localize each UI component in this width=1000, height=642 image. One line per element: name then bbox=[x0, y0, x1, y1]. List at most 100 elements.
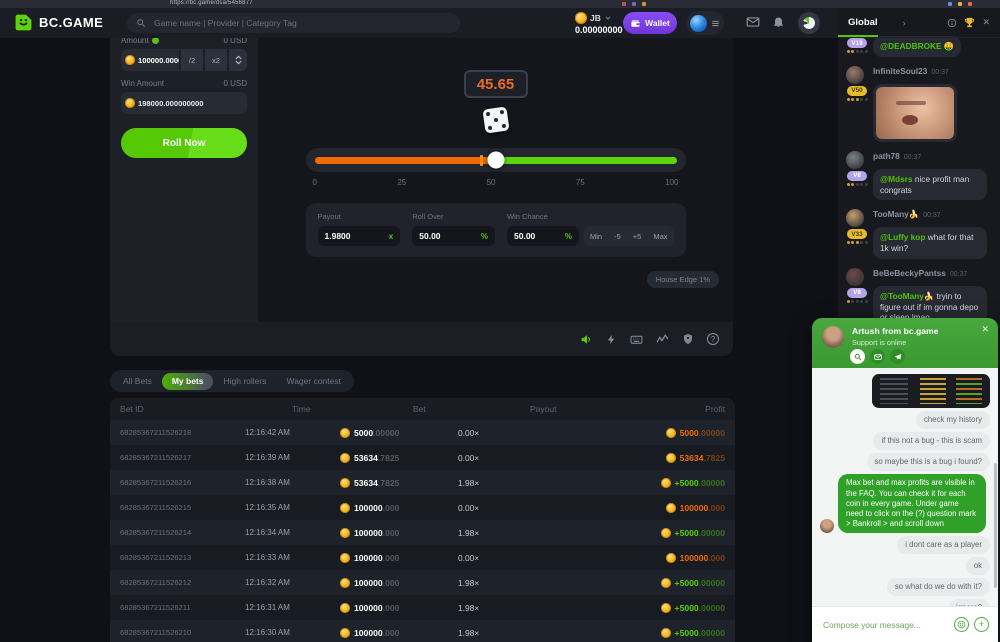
tab-all-bets[interactable]: All Bets bbox=[113, 373, 162, 390]
bet-controls: Amount 0 USD 100000.00000000 /2 x2 Win A… bbox=[110, 30, 258, 322]
bet-amount: 100000.000 bbox=[340, 603, 458, 613]
compose-input[interactable] bbox=[821, 619, 949, 631]
roll-over-input[interactable]: 50.00 % bbox=[412, 226, 495, 246]
table-row[interactable]: 68285367211526212 12:16:32 AM 100000.000… bbox=[110, 570, 735, 595]
chat-message: TooMany🍌00:37 V33 @Luffy kop what for th… bbox=[846, 209, 992, 259]
help-icon[interactable]: ? bbox=[707, 333, 719, 345]
mention[interactable]: @DEADBROKE 🤑 bbox=[880, 41, 954, 51]
close-icon[interactable]: ✕ bbox=[981, 324, 989, 335]
search-input[interactable] bbox=[152, 17, 451, 29]
plus-icon[interactable]: + bbox=[974, 617, 989, 632]
game-search[interactable] bbox=[127, 13, 460, 33]
mention[interactable]: @Mdsrs bbox=[880, 174, 913, 184]
table-row[interactable]: 68285367211526214 12:16:34 AM 100000.000… bbox=[110, 520, 735, 545]
chat-bubble[interactable]: @Mdsrs nice profit man congrats bbox=[873, 169, 987, 201]
info-icon[interactable] bbox=[947, 18, 957, 28]
tab-high-rollers[interactable]: High rollers bbox=[213, 373, 276, 390]
coin-icon bbox=[661, 528, 671, 538]
brand-logo[interactable]: BC.GAME bbox=[14, 13, 103, 32]
user-menu[interactable] bbox=[686, 11, 724, 35]
chat-bubble[interactable]: @DEADBROKE 🤑 bbox=[873, 36, 961, 57]
mail-icon[interactable] bbox=[746, 15, 760, 29]
chat-username[interactable]: BeBeBeckyPantss bbox=[873, 268, 946, 278]
support-image-attachment[interactable] bbox=[872, 374, 990, 408]
bet-time: 12:16:32 AM bbox=[245, 578, 340, 587]
tab-my-bets[interactable]: My bets bbox=[162, 373, 214, 390]
avatar[interactable] bbox=[846, 66, 864, 84]
spin-wheel-icon[interactable] bbox=[798, 12, 820, 34]
table-row[interactable]: 68285367211526216 12:16:38 AM 53634.7825… bbox=[110, 470, 735, 495]
browser-extension-icons[interactable] bbox=[622, 2, 646, 6]
avatar[interactable] bbox=[846, 268, 864, 286]
chat-image-bubble[interactable] bbox=[873, 84, 957, 142]
half-bet-button[interactable]: /2 bbox=[181, 49, 203, 71]
search-icon[interactable] bbox=[850, 349, 865, 364]
roll-now-button[interactable]: Roll Now bbox=[121, 128, 247, 158]
chat-message: path7800:37 V8 @Mdsrs nice profit man co… bbox=[846, 151, 992, 201]
bet-profit: +5000.00000 bbox=[573, 528, 725, 538]
trends-icon[interactable] bbox=[656, 333, 669, 346]
bet-payout: 1.98× bbox=[458, 628, 573, 638]
roll-slider[interactable] bbox=[306, 148, 686, 172]
currency-switch-icon[interactable] bbox=[152, 37, 159, 44]
slider-handle[interactable] bbox=[487, 152, 504, 169]
sound-icon[interactable] bbox=[580, 333, 593, 346]
win-amount-input[interactable]: 198000.000000000 bbox=[121, 92, 247, 114]
mention[interactable]: @TooMany🍌 bbox=[880, 291, 934, 301]
my-bets-table: Bet ID Time Bet Payout Profit 6828536721… bbox=[110, 398, 735, 642]
balance-display[interactable]: JB 0.00000000 bbox=[575, 12, 623, 35]
table-row[interactable]: 68285367211526210 12:16:30 AM 100000.000… bbox=[110, 620, 735, 642]
hotkeys-icon[interactable] bbox=[630, 333, 643, 346]
coin-icon bbox=[666, 503, 676, 513]
avatar[interactable] bbox=[846, 209, 864, 227]
chat-username[interactable]: path78 bbox=[873, 151, 900, 161]
bet-amount: 53634.7825 bbox=[340, 453, 458, 463]
bet-time: 12:16:30 AM bbox=[245, 628, 340, 637]
min-button[interactable]: Min bbox=[584, 232, 608, 241]
browser-toolbar-icons[interactable] bbox=[948, 2, 972, 6]
coin-icon bbox=[340, 553, 350, 563]
slider-track[interactable] bbox=[315, 157, 677, 164]
table-row[interactable]: 68285367211526211 12:16:31 AM 100000.000… bbox=[110, 595, 735, 620]
bet-time: 12:16:42 AM bbox=[245, 428, 340, 437]
minus5-button[interactable]: -5 bbox=[608, 232, 627, 241]
bet-profit: +5000.00000 bbox=[573, 578, 725, 588]
chat-username[interactable]: TooMany🍌 bbox=[873, 209, 919, 220]
wallet-button[interactable]: Wallet bbox=[623, 12, 677, 34]
bell-icon[interactable] bbox=[772, 15, 785, 28]
table-row[interactable]: 68285367211526217 12:16:39 AM 53634.7825… bbox=[110, 445, 735, 470]
telegram-icon[interactable] bbox=[890, 349, 905, 364]
chat-image[interactable] bbox=[876, 87, 954, 139]
max-button[interactable]: Max bbox=[647, 232, 673, 241]
table-row[interactable]: 68285367211526213 12:16:33 AM 100000.000… bbox=[110, 545, 735, 570]
bet-time: 12:16:39 AM bbox=[245, 453, 340, 462]
plus5-button[interactable]: +5 bbox=[627, 232, 648, 241]
mention[interactable]: @Luffy kop bbox=[880, 232, 925, 242]
payout-input[interactable]: 1.9800 x bbox=[318, 226, 401, 246]
chat-bubble[interactable]: @Luffy kop what for that 1k win? bbox=[873, 227, 987, 259]
close-icon[interactable]: ✕ bbox=[982, 17, 990, 28]
mail-icon[interactable] bbox=[870, 349, 885, 364]
tab-wager-contest[interactable]: Wager contest bbox=[276, 373, 351, 390]
address-bar-url[interactable]: https://bc.game/dsa/5456877 bbox=[170, 0, 253, 6]
amount-input[interactable]: 100000.00000000 bbox=[121, 49, 179, 71]
bet-payout: 0.00× bbox=[458, 553, 573, 563]
avatar bbox=[690, 15, 707, 32]
vest-icon[interactable] bbox=[682, 333, 694, 345]
bet-id: 68285367211526218 bbox=[120, 428, 245, 437]
chat-channel[interactable]: Global bbox=[848, 17, 878, 28]
table-row[interactable]: 68285367211526215 12:16:35 AM 100000.000… bbox=[110, 495, 735, 520]
double-bet-button[interactable]: x2 bbox=[205, 49, 227, 71]
avatar[interactable] bbox=[846, 151, 864, 169]
chevron-right-icon[interactable]: › bbox=[903, 18, 906, 28]
amount-stepper[interactable] bbox=[229, 49, 247, 71]
table-row[interactable]: 68285367211526218 12:16:42 AM 5000.00000… bbox=[110, 420, 735, 445]
chat-username[interactable]: InfiniteSoul23 bbox=[873, 66, 927, 76]
scrollbar[interactable] bbox=[994, 463, 997, 588]
smiley-icon[interactable] bbox=[954, 617, 969, 632]
bc-logo-icon bbox=[14, 13, 33, 32]
trophy-icon[interactable] bbox=[964, 17, 975, 28]
win-chance-input[interactable]: 50.00 % bbox=[507, 226, 579, 246]
bolt-icon[interactable] bbox=[606, 334, 617, 345]
game-display: 45.65 0 25 50 75 100 Payout 1.9800 bbox=[258, 30, 733, 322]
